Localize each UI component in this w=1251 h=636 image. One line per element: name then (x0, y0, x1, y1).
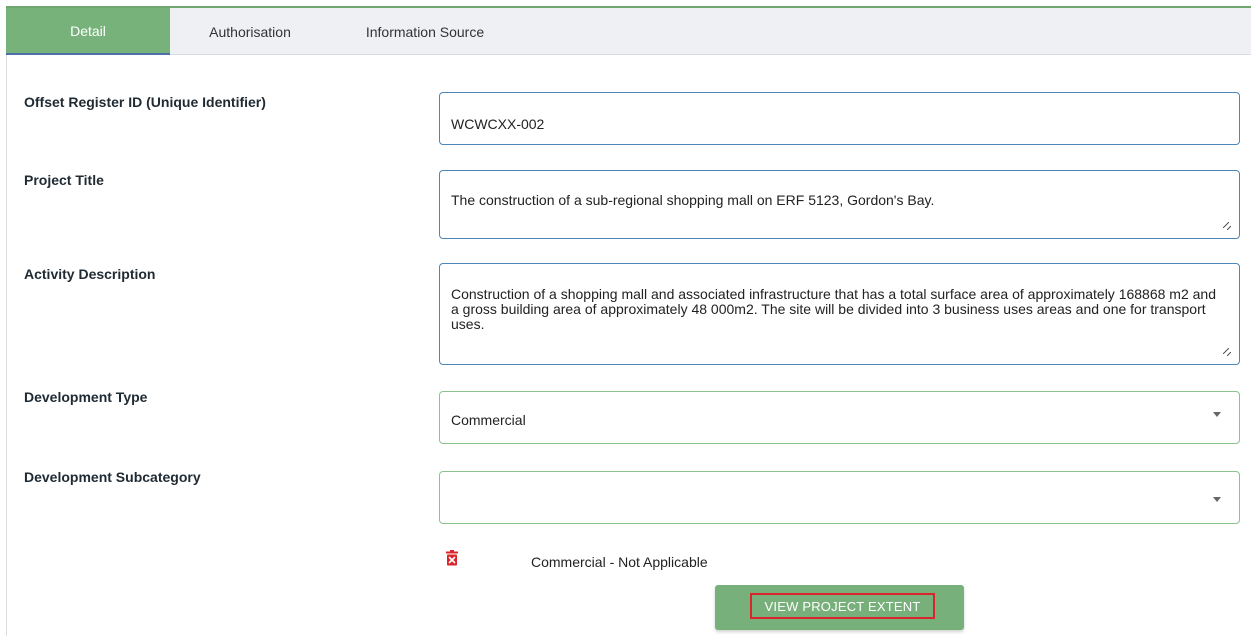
development-type-select[interactable]: Commercial (439, 391, 1240, 444)
activity-description-label: Activity Description (24, 266, 156, 282)
offset-id-input[interactable]: WCWCXX-002 (439, 92, 1240, 145)
project-title-textarea[interactable]: The construction of a sub-regional shopp… (439, 170, 1240, 239)
development-subcategory-select[interactable] (439, 471, 1240, 524)
tab-bar: Detail Authorisation Information Source (6, 6, 1251, 55)
selected-subcategory-text: Commercial - Not Applicable (531, 554, 708, 570)
resize-handle-icon[interactable] (1223, 348, 1231, 356)
tab-detail[interactable]: Detail (6, 8, 170, 55)
offset-id-label: Offset Register ID (Unique Identifier) (24, 94, 266, 110)
view-project-extent-label: VIEW PROJECT EXTENT (750, 593, 935, 619)
tab-authorisation[interactable]: Authorisation (170, 8, 330, 55)
project-title-value: The construction of a sub-regional shopp… (451, 192, 935, 208)
development-type-value: Commercial (451, 412, 526, 428)
tab-detail-label: Detail (70, 22, 106, 39)
tab-information-source[interactable]: Information Source (330, 8, 520, 55)
project-title-label: Project Title (24, 172, 104, 188)
trash-icon[interactable] (445, 550, 459, 566)
view-project-extent-button[interactable]: VIEW PROJECT EXTENT (715, 585, 964, 630)
development-subcategory-label: Development Subcategory (24, 469, 201, 485)
development-type-label: Development Type (24, 389, 148, 405)
tab-information-source-label: Information Source (365, 23, 485, 40)
tab-authorisation-label: Authorisation (209, 23, 291, 40)
activity-description-textarea[interactable]: Construction of a shopping mall and asso… (439, 263, 1240, 365)
chevron-down-icon[interactable] (1213, 411, 1221, 417)
resize-handle-icon[interactable] (1223, 222, 1231, 230)
activity-description-value: Construction of a shopping mall and asso… (451, 286, 1217, 332)
chevron-down-icon[interactable] (1213, 496, 1221, 502)
offset-id-value: WCWCXX-002 (451, 116, 545, 132)
